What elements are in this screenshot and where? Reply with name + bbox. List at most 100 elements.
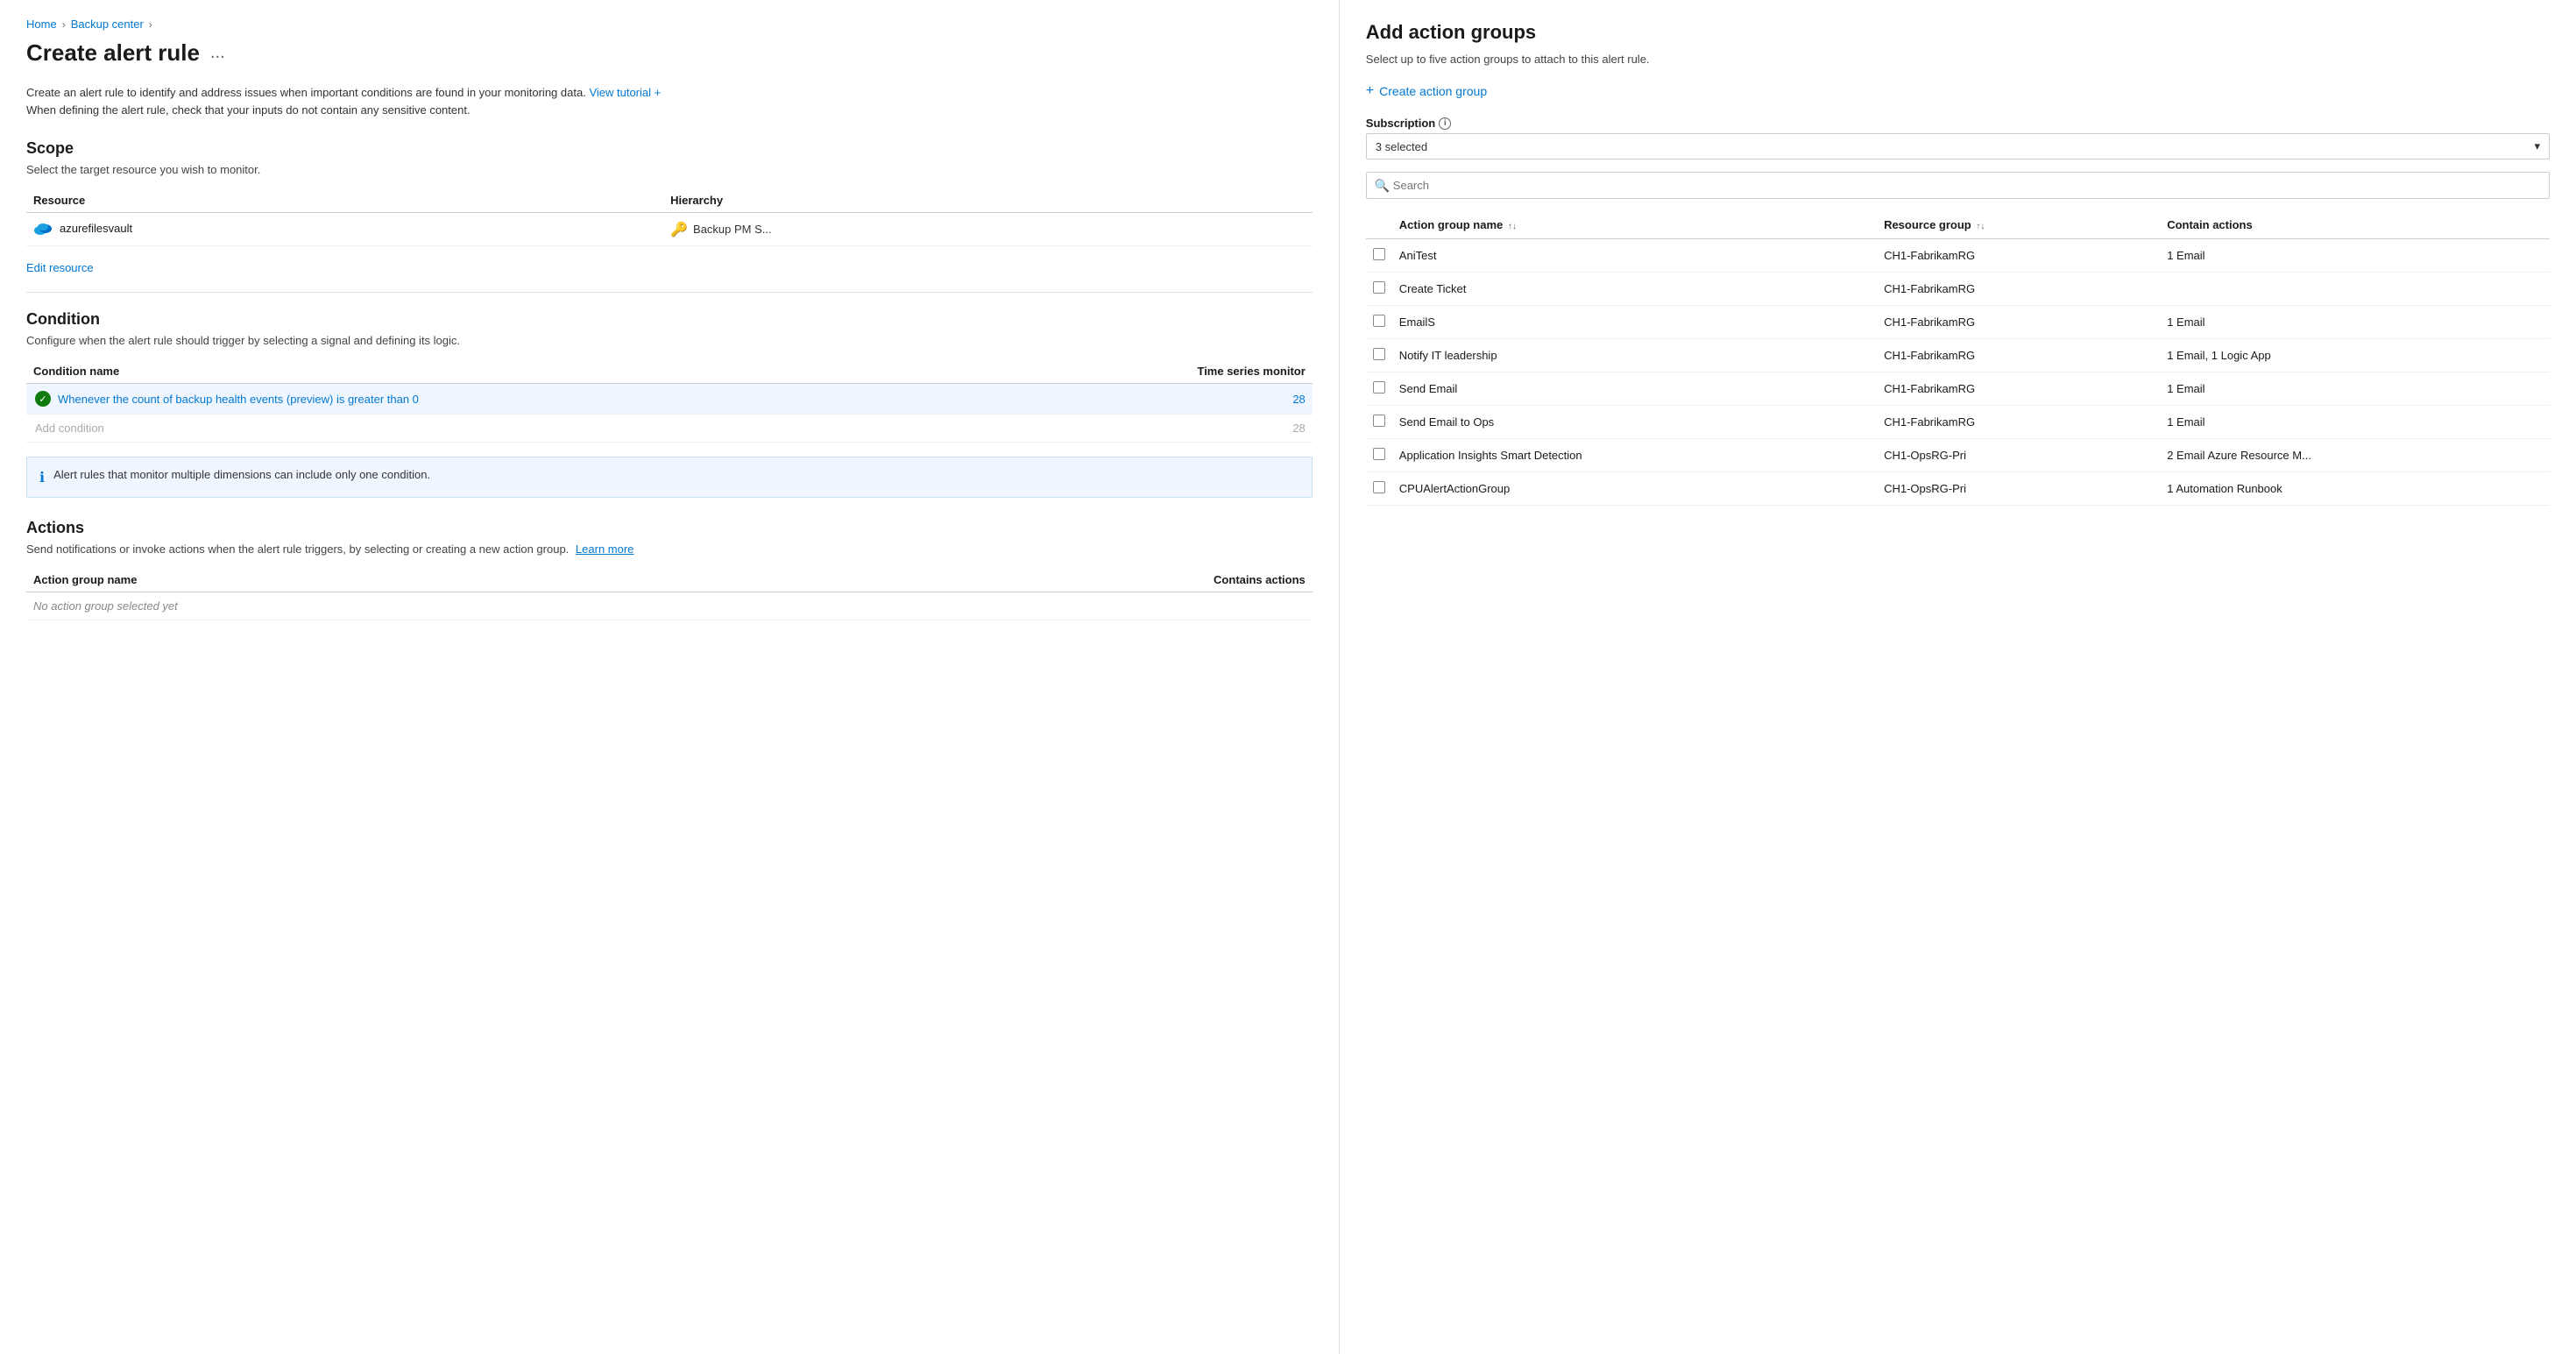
ag-col-rg: Resource group ↑↓ [1877, 211, 2160, 239]
ag-row-actions: 1 Automation Runbook [2160, 472, 2550, 506]
ag-row-name: Application Insights Smart Detection [1392, 439, 1877, 472]
edit-resource-link[interactable]: Edit resource [26, 261, 94, 274]
left-panel: Home › Backup center › Create alert rule… [0, 0, 1340, 1354]
resource-name: azurefilesvault [33, 220, 132, 236]
ag-row-name: EmailS [1392, 306, 1877, 339]
subscription-select[interactable]: 3 selected ▾ [1366, 133, 2550, 160]
condition-section: Condition Configure when the alert rule … [26, 310, 1313, 498]
ag-table-row: CPUAlertActionGroupCH1-OpsRG-Pri1 Automa… [1366, 472, 2550, 506]
ag-row-rg: CH1-FabrikamRG [1877, 339, 2160, 372]
ag-row-actions: 1 Email [2160, 406, 2550, 439]
scope-col-resource: Resource [26, 188, 663, 213]
ag-row-actions: 1 Email [2160, 372, 2550, 406]
ag-row-name: AniTest [1392, 239, 1877, 273]
ag-row-checkbox-cell [1366, 472, 1392, 506]
check-icon: ✓ [35, 391, 51, 407]
ag-row-checkbox-cell [1366, 306, 1392, 339]
ag-row-checkbox-cell [1366, 439, 1392, 472]
search-icon: 🔍 [1375, 178, 1390, 193]
ag-checkbox-4[interactable] [1373, 381, 1385, 393]
ag-row-checkbox-cell [1366, 372, 1392, 406]
scope-section: Scope Select the target resource you wis… [26, 139, 1313, 274]
create-action-group-button[interactable]: + Create action group [1366, 83, 1487, 99]
subscription-info-icon[interactable]: i [1439, 117, 1451, 130]
actions-desc: Send notifications or invoke actions whe… [26, 542, 1313, 556]
condition-active-row[interactable]: ✓ Whenever the count of backup health ev… [26, 384, 1313, 415]
condition-title: Condition [26, 310, 1313, 329]
breadcrumb-sep1: › [62, 18, 66, 31]
ag-checkbox-6[interactable] [1373, 448, 1385, 460]
cloud-icon [33, 220, 53, 236]
scope-desc: Select the target resource you wish to m… [26, 163, 1313, 176]
scope-row: azurefilesvault 🔑 Backup PM S... [26, 213, 1313, 246]
ag-row-checkbox-cell [1366, 339, 1392, 372]
sort-icon-name[interactable]: ↑↓ [1508, 222, 1517, 231]
action-groups-table: Action group name ↑↓ Resource group ↑↓ C… [1366, 211, 2550, 506]
ag-row-name: Create Ticket [1392, 273, 1877, 306]
scope-hierarchy-cell: 🔑 Backup PM S... [663, 213, 1313, 246]
actions-table: Action group name Contains actions No ac… [26, 568, 1313, 620]
page-title-area: Create alert rule ... [26, 39, 1313, 67]
breadcrumb-backup-center[interactable]: Backup center [71, 18, 144, 31]
ag-checkbox-1[interactable] [1373, 281, 1385, 294]
ag-row-actions: 1 Email [2160, 306, 2550, 339]
view-tutorial-link[interactable]: View tutorial + [589, 86, 661, 99]
ag-checkbox-0[interactable] [1373, 248, 1385, 260]
create-btn-label: Create action group [1379, 84, 1487, 98]
ag-table-row: Notify IT leadershipCH1-FabrikamRG1 Emai… [1366, 339, 2550, 372]
add-condition-row[interactable]: Add condition 28 [26, 415, 1313, 443]
ag-table-row: Create TicketCH1-FabrikamRG [1366, 273, 2550, 306]
breadcrumb: Home › Backup center › [26, 18, 1313, 31]
ag-table-row: EmailSCH1-FabrikamRG1 Email [1366, 306, 2550, 339]
condition-desc: Configure when the alert rule should tri… [26, 334, 1313, 347]
learn-more-link[interactable]: Learn more [576, 542, 633, 556]
more-options-icon[interactable]: ... [210, 43, 225, 63]
actions-title: Actions [26, 519, 1313, 537]
actions-col-name: Action group name [26, 568, 704, 592]
key-icon: 🔑 [670, 221, 688, 238]
scope-resource-cell: azurefilesvault [26, 213, 663, 246]
ag-col-name: Action group name ↑↓ [1392, 211, 1877, 239]
condition-value-cell: 28 [1012, 384, 1312, 415]
ag-row-rg: CH1-FabrikamRG [1877, 372, 2160, 406]
ag-row-actions: 2 Email Azure Resource M... [2160, 439, 2550, 472]
search-wrapper: 🔍 [1366, 172, 2550, 199]
ag-row-name: Notify IT leadership [1392, 339, 1877, 372]
ag-row-name: Send Email [1392, 372, 1877, 406]
ag-checkbox-5[interactable] [1373, 415, 1385, 427]
scope-col-hierarchy: Hierarchy [663, 188, 1313, 213]
ag-checkbox-7[interactable] [1373, 481, 1385, 493]
ag-table-row: Send Email to OpsCH1-FabrikamRG1 Email [1366, 406, 2550, 439]
subscription-field: Subscription i 3 selected ▾ [1366, 117, 2550, 160]
ag-row-rg: CH1-OpsRG-Pri [1877, 439, 2160, 472]
ag-row-rg: CH1-FabrikamRG [1877, 239, 2160, 273]
ag-row-rg: CH1-FabrikamRG [1877, 273, 2160, 306]
chevron-down-icon: ▾ [2534, 139, 2540, 153]
panel-title: Add action groups [1366, 21, 2550, 44]
condition-info-box: ℹ Alert rules that monitor multiple dime… [26, 457, 1313, 498]
search-input[interactable] [1366, 172, 2550, 199]
ag-row-checkbox-cell [1366, 239, 1392, 273]
ag-row-actions [2160, 273, 2550, 306]
condition-table: Condition name Time series monitor ✓ Whe… [26, 359, 1313, 443]
plus-icon: + [1366, 83, 1374, 99]
ag-checkbox-3[interactable] [1373, 348, 1385, 360]
ag-table-row: Application Insights Smart DetectionCH1-… [1366, 439, 2550, 472]
info-box-text: Alert rules that monitor multiple dimens… [53, 468, 430, 481]
subscription-label: Subscription i [1366, 117, 2550, 130]
intro-line2: When defining the alert rule, check that… [26, 103, 471, 117]
sort-icon-rg[interactable]: ↑↓ [1976, 222, 1985, 231]
ag-row-actions: 1 Email, 1 Logic App [2160, 339, 2550, 372]
info-icon: ℹ [39, 469, 45, 486]
ag-row-checkbox-cell [1366, 273, 1392, 306]
ag-row-name: Send Email to Ops [1392, 406, 1877, 439]
no-action-text: No action group selected yet [26, 592, 1313, 620]
ag-row-checkbox-cell [1366, 406, 1392, 439]
ag-checkbox-2[interactable] [1373, 315, 1385, 327]
ag-table-header-row: Action group name ↑↓ Resource group ↑↓ C… [1366, 211, 2550, 239]
ag-table-row: AniTestCH1-FabrikamRG1 Email [1366, 239, 2550, 273]
ag-row-rg: CH1-FabrikamRG [1877, 406, 2160, 439]
actions-empty-row: No action group selected yet [26, 592, 1313, 620]
actions-col-contains: Contains actions [704, 568, 1313, 592]
breadcrumb-home[interactable]: Home [26, 18, 57, 31]
